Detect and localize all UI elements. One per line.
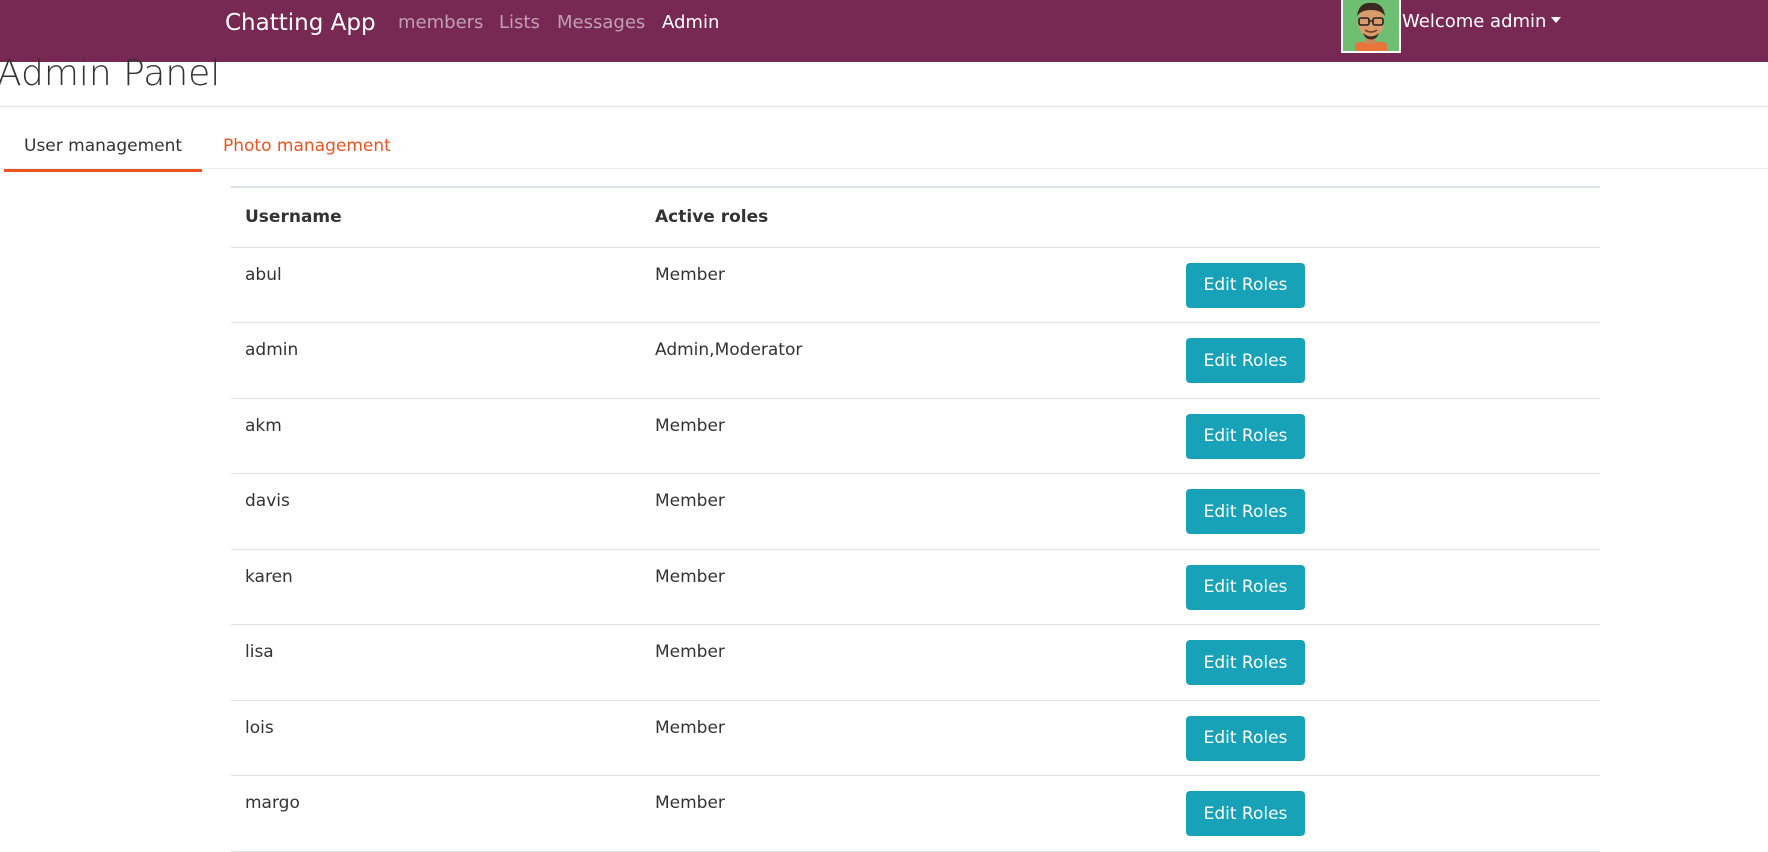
roles-cell: Member [641,473,1186,550]
edit-roles-button[interactable]: Edit Roles [1186,413,1305,459]
table-row: karen Member Edit Roles [231,549,1600,625]
edit-roles-button[interactable]: Edit Roles [1186,489,1305,534]
nav-link-admin[interactable]: Admin [662,11,719,35]
nav-link-members[interactable]: members [398,11,483,35]
edit-roles-button[interactable]: Edit Roles [1186,262,1305,308]
action-cell: Edit Roles [1186,398,1600,474]
roles-cell: Admin,Moderator [641,322,1186,399]
username-cell: davis [231,473,641,550]
users-table-container: Username Active roles abul Member Edit R… [231,186,1600,852]
action-cell: Edit Roles [1186,624,1600,701]
column-header-username: Username [231,186,641,248]
username-cell: lois [231,700,641,776]
username-cell: admin [231,322,641,399]
table-row: margo Member Edit Roles [231,775,1600,852]
username-cell: akm [231,398,641,474]
action-cell: Edit Roles [1186,322,1600,399]
roles-cell: Member [641,247,1186,323]
column-header-actions [1186,186,1600,248]
edit-roles-button[interactable]: Edit Roles [1186,564,1305,610]
roles-cell: Member [641,775,1186,852]
action-cell: Edit Roles [1186,775,1600,852]
roles-cell: Member [641,624,1186,701]
action-cell: Edit Roles [1186,473,1600,550]
username-cell: abul [231,247,641,323]
action-cell: Edit Roles [1186,700,1600,776]
roles-cell: Member [641,549,1186,625]
username-cell: karen [231,549,641,625]
table-row: abul Member Edit Roles [231,247,1600,323]
column-header-active-roles: Active roles [641,186,1186,248]
table-body: abul Member Edit Roles admin Admin,Moder… [231,247,1600,852]
tabs-divider [0,168,1768,169]
table-header: Username Active roles [231,186,1600,248]
caret-down-icon [1551,17,1562,23]
table-row: admin Admin,Moderator Edit Roles [231,322,1600,399]
page-title: Admin Panel [0,53,221,94]
title-divider [0,106,1768,107]
tab-photo-management[interactable]: Photo management [223,132,391,158]
table-row: lois Member Edit Roles [231,700,1600,776]
table-header-row: Username Active roles [231,186,1600,248]
roles-cell: Member [641,700,1186,776]
edit-roles-button[interactable]: Edit Roles [1186,640,1305,685]
nav-link-messages[interactable]: Messages [557,11,645,35]
username-cell: lisa [231,624,641,701]
nav-link-lists[interactable]: Lists [499,11,540,35]
users-table: Username Active roles abul Member Edit R… [231,186,1600,852]
edit-roles-button[interactable]: Edit Roles [1186,715,1305,761]
edit-roles-button[interactable]: Edit Roles [1186,338,1305,383]
avatar-illustration-icon [1343,0,1399,51]
user-menu-toggle[interactable]: Welcome admin [1402,10,1562,34]
table-row: davis Member Edit Roles [231,473,1600,550]
action-cell: Edit Roles [1186,247,1600,323]
table-row: lisa Member Edit Roles [231,624,1600,701]
top-navbar: Chatting App members Lists Messages Admi… [0,0,1768,62]
action-cell: Edit Roles [1186,549,1600,625]
edit-roles-button[interactable]: Edit Roles [1186,791,1305,836]
welcome-text: Welcome admin [1402,11,1547,32]
tab-user-management[interactable]: User management [4,132,202,172]
brand-link[interactable]: Chatting App [225,8,376,38]
user-avatar[interactable] [1341,0,1401,53]
roles-cell: Member [641,398,1186,474]
username-cell: margo [231,775,641,852]
table-row: akm Member Edit Roles [231,398,1600,474]
